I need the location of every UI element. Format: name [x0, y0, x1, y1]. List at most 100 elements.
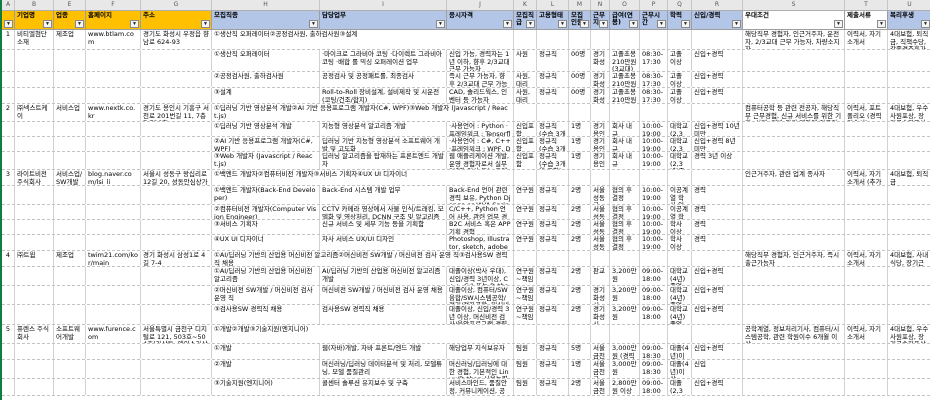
- cell-M[interactable]: 2명: [569, 305, 591, 324]
- cell-S[interactable]: [743, 72, 845, 87]
- cell-J[interactable]: 서비스마인드, 품질안정, 커뮤니케이션, 공학계열: [447, 379, 514, 395]
- cell-O[interactable]: [610, 170, 640, 185]
- cell-M[interactable]: 2명: [569, 220, 591, 234]
- cell-L[interactable]: 정규직: [537, 305, 569, 324]
- cell-H[interactable]: ①백엔드 개발자②컴퓨터비전 개발자③서비스 기획자④UX UI 디자이너: [212, 170, 514, 185]
- cell-N[interactable]: 판교: [591, 267, 610, 285]
- cell-Q[interactable]: [668, 170, 692, 185]
- cell-H[interactable]: ②AI 기반 응용프로그램 개발자(C#, WPF): [212, 137, 320, 151]
- cell-F[interactable]: www.btlam.com: [86, 30, 141, 49]
- cell-R[interactable]: 경력: [692, 186, 743, 204]
- cell-A[interactable]: [2, 267, 15, 285]
- cell-P[interactable]: [640, 170, 668, 185]
- cell-N[interactable]: 서울 금천구: [591, 379, 610, 395]
- cell-G[interactable]: 서울시 성동구 왕십리로12길 20, 성동안심상가 802-1호, 807-2…: [141, 170, 212, 185]
- cell-T[interactable]: 이력서, 자기소개서: [845, 251, 888, 266]
- cell-H[interactable]: ③기술지원(엔지니어): [212, 379, 320, 395]
- cell-I[interactable]: CCTV 카메라 영상에서 사물 인식/트래킹, 모델화 및 영상처리, DCN…: [320, 205, 447, 219]
- cell-U[interactable]: [888, 152, 930, 169]
- cell-I[interactable]: 신규 서비스 및 세부 기능 등을 기획함: [320, 220, 447, 234]
- cell-I[interactable]: 콜센터 솔루션 유지보수 및 구축: [320, 379, 447, 395]
- cell-R[interactable]: 신입: [692, 360, 743, 378]
- header-cell-R[interactable]: 신입/경력▼: [692, 11, 743, 29]
- header-cell-N[interactable]: 근무지▼: [591, 11, 610, 29]
- cell-H[interactable]: ①딥러닝 기반 영상분석 개발②AI 기반 응용프로그램 개발자(C#, WPF…: [212, 104, 514, 121]
- cell-L[interactable]: 정규직: [537, 267, 569, 285]
- cell-I[interactable]: ·마이크로 그라비아 코팅 ·다이렉트 그라비아 코팅 ·배합 롤 믹싱 오퍼레…: [320, 50, 447, 71]
- cell-E[interactable]: [54, 152, 86, 169]
- cell-O[interactable]: 3,200만원: [610, 267, 640, 285]
- cell-Q[interactable]: 고졸 이상: [668, 50, 692, 71]
- cell-K[interactable]: [514, 251, 537, 266]
- cell-G[interactable]: [141, 88, 212, 103]
- cell-S[interactable]: [743, 344, 845, 359]
- cell-R[interactable]: 신입+경력: [692, 50, 743, 71]
- cell-K[interactable]: 신입포함: [514, 152, 537, 169]
- cell-G[interactable]: [141, 50, 212, 71]
- cell-O[interactable]: 2,800만 원 이상: [610, 379, 640, 395]
- cell-A[interactable]: 3: [2, 170, 15, 185]
- cell-P[interactable]: 09:00-18:00: [640, 379, 668, 395]
- header-cell-O[interactable]: 급여(연봉)▼: [610, 11, 640, 29]
- cell-G[interactable]: [141, 344, 212, 359]
- cell-J[interactable]: 즉시 근무 가능자, 향후 2/3교대 근무 가능자: [447, 72, 514, 87]
- cell-K[interactable]: 팀원: [514, 344, 537, 359]
- cell-R[interactable]: [692, 251, 743, 266]
- cell-K[interactable]: 신입포함: [514, 122, 537, 136]
- cell-A[interactable]: [2, 152, 15, 169]
- cell-A[interactable]: [2, 360, 15, 378]
- cell-N[interactable]: 경기 화성: [591, 50, 610, 71]
- cell-L[interactable]: 정규직: [537, 379, 569, 395]
- cell-H[interactable]: ②개발: [212, 360, 320, 378]
- cell-F[interactable]: [86, 50, 141, 71]
- cell-O[interactable]: 회사 내규: [610, 137, 640, 151]
- cell-O[interactable]: 협의 후 결정: [610, 205, 640, 219]
- cell-P[interactable]: 10:00-19:00: [640, 152, 668, 169]
- cell-S[interactable]: [743, 137, 845, 151]
- cell-U[interactable]: [888, 205, 930, 219]
- filter-button[interactable]: ▼: [580, 20, 589, 28]
- cell-G[interactable]: 경기도 화성시 우정읍 향남로 624-93: [141, 30, 212, 49]
- cell-A[interactable]: [2, 50, 15, 71]
- cell-F[interactable]: [86, 286, 141, 304]
- cell-Q[interactable]: [668, 30, 692, 49]
- cell-H[interactable]: ①AI/딥러닝 기반의 산업용 머신비전 알고리즘: [212, 267, 320, 285]
- cell-K[interactable]: [514, 104, 537, 121]
- cell-S[interactable]: [743, 205, 845, 219]
- cell-S[interactable]: 컴퓨터공학 등 관련 전공자, 해당직무 근무경험, 신규 서비스를 위한 기획…: [743, 104, 845, 121]
- cell-S[interactable]: [743, 305, 845, 324]
- cell-K[interactable]: 연구원: [514, 205, 537, 219]
- cell-U[interactable]: [888, 360, 930, 378]
- cell-B[interactable]: 퓨렌스 주식회사: [15, 325, 54, 343]
- cell-E[interactable]: [54, 186, 86, 204]
- cell-L[interactable]: [537, 30, 569, 49]
- cell-R[interactable]: 신입+경력: [692, 305, 743, 324]
- cell-P[interactable]: 08:30-17:30: [640, 88, 668, 103]
- cell-K[interactable]: 연구원: [514, 186, 537, 204]
- cell-T[interactable]: [845, 50, 888, 71]
- cell-R[interactable]: 경력: [692, 220, 743, 234]
- cell-M[interactable]: 2명: [569, 379, 591, 395]
- cell-U[interactable]: [888, 137, 930, 151]
- cell-I[interactable]: 공정검사 및 공정패트롤, 최종검사: [320, 72, 447, 87]
- cell-N[interactable]: 경기 화성: [591, 88, 610, 103]
- cell-I[interactable]: 머신비전 SW개발 / 머신비전 검사 운영 채용: [320, 286, 447, 304]
- cell-I[interactable]: Back-End 시스템 개발 업무: [320, 186, 447, 204]
- cell-H[interactable]: ①딥러닝 기반 영상분석 개발: [212, 122, 320, 136]
- cell-O[interactable]: [610, 30, 640, 49]
- cell-O[interactable]: 협의 후 결정: [610, 220, 640, 234]
- cell-J[interactable]: 웹 애플리케이션 개발, 운영 경험자로서 실무 3년차 이상 또는 그에 준하…: [447, 152, 514, 169]
- cell-L[interactable]: [537, 325, 569, 343]
- cell-T[interactable]: [845, 360, 888, 378]
- cell-P[interactable]: 09:00-18:00: [640, 286, 668, 304]
- cell-N[interactable]: 경기 용인: [591, 122, 610, 136]
- cell-H[interactable]: ①생산직 오퍼레이터②공정검사원, 출하검사원③설계: [212, 30, 514, 49]
- column-letter[interactable]: F: [86, 0, 141, 10]
- cell-F[interactable]: www.furence.com: [86, 325, 141, 343]
- cell-I[interactable]: 자사 서비스 UX/UI 디자인: [320, 235, 447, 250]
- filter-button[interactable]: ▼: [732, 20, 741, 28]
- cell-T[interactable]: 이력서, 자기소개서: [845, 30, 888, 49]
- cell-S[interactable]: [743, 286, 845, 304]
- column-letter[interactable]: S: [743, 0, 845, 10]
- cell-H[interactable]: ③설계: [212, 88, 320, 103]
